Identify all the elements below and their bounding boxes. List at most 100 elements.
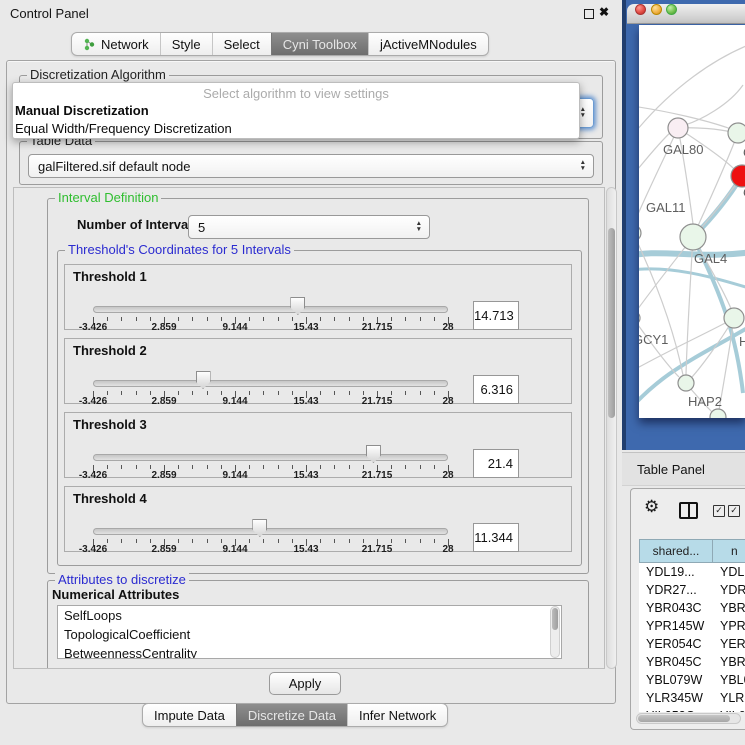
threshold-value-field[interactable]: 11.344: [473, 523, 519, 552]
network-canvas[interactable]: GAL80GCGAL11GAL4GCY1HHAP2: [639, 25, 745, 418]
network-edge[interactable]: [685, 85, 743, 125]
slider-tick: [136, 317, 137, 321]
attribute-list-item[interactable]: BetweennessCentrality: [58, 644, 561, 659]
threshold-label: Threshold 1: [73, 269, 147, 284]
screen: Control Panel ✖ NetworkStyleSelectCyni T…: [0, 0, 745, 745]
slider-track[interactable]: [93, 454, 448, 461]
tab-jactivemnodules[interactable]: jActiveMNodules: [368, 33, 488, 55]
slider-tick-label: 21.715: [362, 396, 393, 407]
float-window-icon[interactable]: [584, 9, 594, 19]
table-cell: YDL19...: [639, 563, 713, 581]
table-row[interactable]: YDL19...YDL1: [639, 563, 745, 581]
table-cell: YPR145W: [639, 617, 713, 635]
table-row[interactable]: YPR145WYPR1: [639, 617, 745, 635]
network-node-label: GAL11: [646, 200, 686, 215]
apply-button[interactable]: Apply: [269, 672, 341, 695]
tab-infer-network[interactable]: Infer Network: [347, 704, 447, 726]
network-node-gal11[interactable]: [639, 225, 641, 241]
slider-tick: [107, 317, 108, 321]
table-row[interactable]: YIL052CYIL0: [639, 707, 745, 712]
attribute-list-item[interactable]: TopologicalCoefficient: [58, 625, 561, 644]
table-cell: YBR0: [713, 653, 745, 671]
network-node-g[interactable]: [728, 123, 745, 143]
slider-tick: [221, 317, 222, 321]
column-header-name[interactable]: n: [713, 539, 745, 563]
table-hscrollbar-thumb[interactable]: [638, 715, 730, 722]
panel-scrollbar-thumb[interactable]: [608, 228, 615, 418]
slider-tick: [192, 391, 193, 395]
table-horizontal-scrollbar[interactable]: [636, 713, 741, 724]
threshold-value-field[interactable]: 6.316: [473, 375, 519, 404]
tab-cyni-toolbox[interactable]: Cyni Toolbox: [271, 33, 368, 55]
table-panel-header: Table Panel: [622, 452, 745, 486]
attributes-list-scrollbar[interactable]: [550, 606, 560, 658]
group-title: Attributes to discretize: [55, 573, 189, 587]
tab-network[interactable]: Network: [72, 33, 160, 55]
threshold-panel: Threshold 1-3.4262.8599.14415.4321.71528…: [64, 264, 572, 330]
algorithm-option[interactable]: Equal Width/Frequency Discretization: [13, 120, 579, 138]
network-edge[interactable]: [686, 237, 693, 375]
tab-style[interactable]: Style: [160, 33, 212, 55]
close-traffic-light[interactable]: [635, 4, 646, 15]
network-node-gal80[interactable]: [668, 118, 688, 138]
num-intervals-spinner[interactable]: 5 ▲▼: [188, 215, 430, 239]
slider-track[interactable]: [93, 528, 448, 535]
slider-tick: [263, 465, 264, 469]
slider-tick-label: 21.715: [362, 322, 393, 333]
slider-tick: [391, 391, 392, 395]
network-node-hap2[interactable]: [678, 375, 694, 391]
table-data-combo[interactable]: galFiltered.sif default node ▲▼: [28, 154, 594, 178]
panel-scrollbar[interactable]: [606, 187, 617, 669]
network-node-gcy1[interactable]: [639, 311, 640, 325]
slider-tick: [292, 465, 293, 469]
network-edge[interactable]: [639, 318, 679, 377]
close-icon[interactable]: ✖: [599, 5, 609, 19]
network-node-gal4[interactable]: [680, 224, 706, 250]
table-row[interactable]: YER054CYER0: [639, 635, 745, 653]
threshold-value-field[interactable]: 21.4: [473, 449, 519, 478]
slider-tick: [349, 391, 350, 395]
gear-icon[interactable]: ⚙: [644, 498, 659, 515]
checkbox-icon[interactable]: ✓: [728, 505, 740, 517]
network-node-h[interactable]: [724, 308, 744, 328]
slider-tick: [334, 465, 335, 469]
slider-tick: [178, 317, 179, 321]
table-cell: YDL1: [713, 563, 745, 581]
slider-tick: [150, 317, 151, 321]
table-row[interactable]: YBR043CYBR0: [639, 599, 745, 617]
network-edge-thick[interactable]: [639, 269, 745, 291]
algorithm-option[interactable]: Manual Discretization: [13, 102, 579, 120]
slider-track[interactable]: [93, 306, 448, 313]
table-panel-body: ⚙ ✓ ✓ shared... n YDL19...YDL1YDR27...YD…: [630, 488, 745, 730]
table-row[interactable]: YLR345WYLR3: [639, 689, 745, 707]
network-edge[interactable]: [639, 237, 693, 313]
slider-tick: [121, 465, 122, 469]
checkbox-icon[interactable]: ✓: [713, 505, 725, 517]
table-row[interactable]: YBR045CYBR0: [639, 653, 745, 671]
slider-tick: [334, 539, 335, 543]
table-row[interactable]: YDR27...YDR2: [639, 581, 745, 599]
slider-tick: [263, 539, 264, 543]
slider-tick-label: 28: [442, 470, 453, 481]
table-row[interactable]: YBL079WYBL0: [639, 671, 745, 689]
zoom-traffic-light[interactable]: [666, 4, 677, 15]
spinner-arrows-icon: ▲▼: [416, 221, 422, 233]
slider-tick: [334, 317, 335, 321]
table-cell: YDR2: [713, 581, 745, 599]
slider-tick: [150, 539, 151, 543]
table-cell: YBL0: [713, 671, 745, 689]
tab-discretize-data[interactable]: Discretize Data: [236, 704, 347, 726]
tab-impute-data[interactable]: Impute Data: [143, 704, 236, 726]
threshold-value-field[interactable]: 14.713: [473, 301, 519, 330]
attribute-list-item[interactable]: SelfLoops: [58, 606, 561, 625]
slider-track[interactable]: [93, 380, 448, 387]
minimize-traffic-light[interactable]: [651, 4, 662, 15]
tab-select[interactable]: Select: [212, 33, 271, 55]
columns-icon[interactable]: [679, 502, 698, 519]
cyni-toolbox-panel: Discretization Algorithm ▲▼ Table Data g…: [6, 60, 616, 704]
slider-tick: [121, 317, 122, 321]
algorithm-dropdown-popup: Select algorithm to view settings Manual…: [12, 82, 580, 139]
column-header-shared-name[interactable]: shared...: [639, 539, 713, 563]
network-node[interactable]: [710, 409, 726, 418]
slider-tick: [136, 391, 137, 395]
